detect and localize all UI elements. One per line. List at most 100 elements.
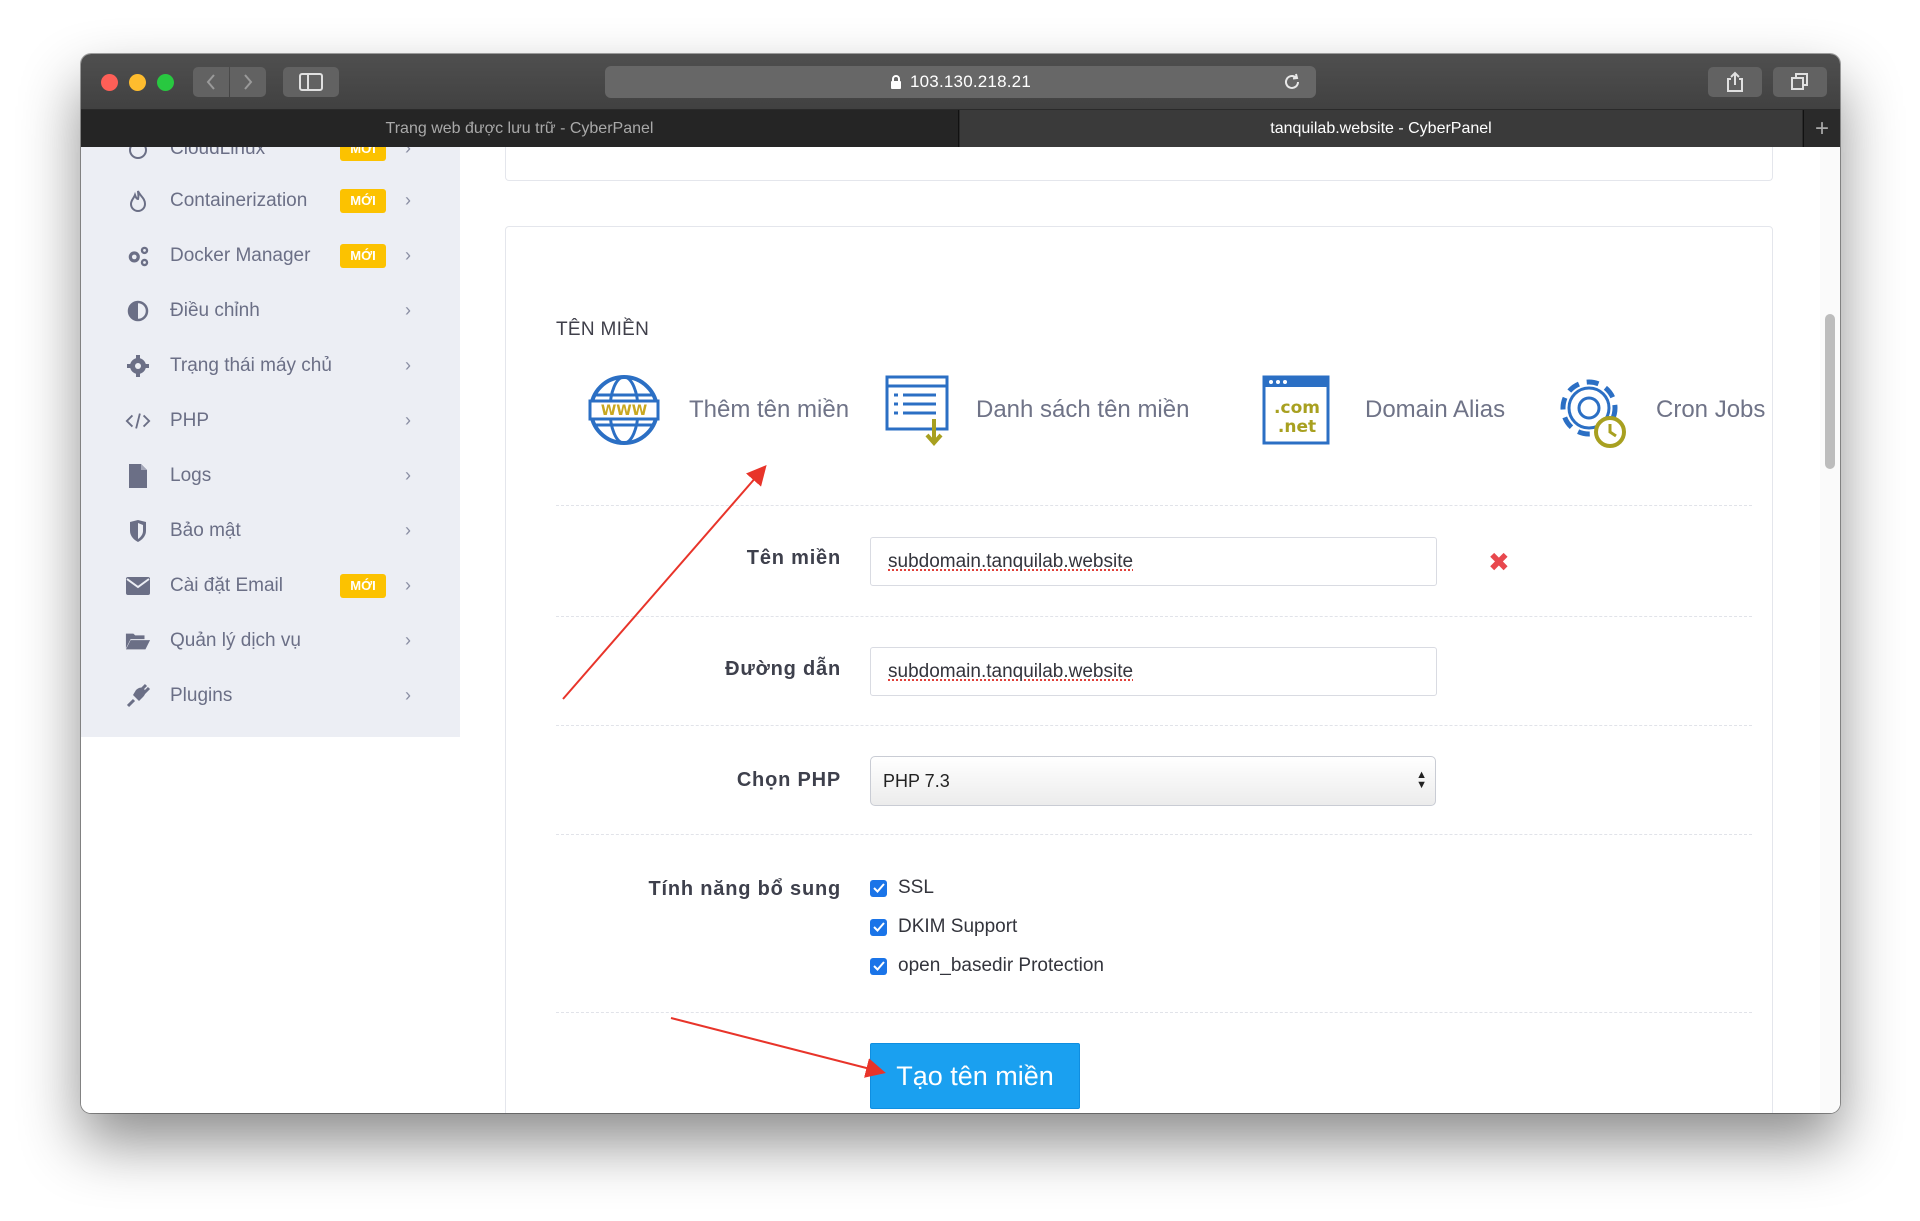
code-icon [125,408,151,434]
tab-hosted-websites[interactable]: Trang web được lưu trữ - CyberPanel [81,110,959,147]
ssl-label: SSL [898,877,934,898]
clear-domain-icon[interactable]: ✖ [1488,547,1510,578]
openbasedir-checkbox-row[interactable]: open_basedir Protection [870,954,1104,978]
envelope-icon [125,573,151,599]
php-version-select[interactable]: PHP 7.3 ▲ ▼ [870,756,1436,806]
divider [556,834,1752,835]
fire-icon [125,188,151,214]
additional-features-label: Tính năng bổ sung [648,878,841,900]
sidebar-item-security[interactable]: Bảo mật › [81,503,460,558]
checkmark-icon [872,922,885,932]
new-badge: MỚI [340,573,386,598]
ssl-checkbox[interactable] [870,879,887,897]
sidebar-item-label: Điều chỉnh [170,299,260,321]
page-content: CloudLinux MỚI › Containerization MỚI › … [81,147,1840,1113]
sidebar-item-containerization[interactable]: Containerization MỚI › [81,173,460,228]
forward-button[interactable] [230,67,266,97]
share-button[interactable] [1708,67,1762,97]
sidebar-toggle-button[interactable] [283,67,339,97]
domain-list-icon [885,375,949,447]
sidebar-item-label: Containerization [170,189,308,211]
add-domain-link[interactable]: WWW Thêm tên miền [587,365,849,455]
domain-alias-link[interactable]: .com .net Domain Alias [1261,365,1505,455]
address-bar[interactable]: 103.130.218.21 [605,66,1316,98]
sidebar-item-label: Bảo mật [170,519,241,541]
sidebar-item-label: Docker Manager [170,244,311,266]
reload-icon[interactable] [1282,72,1302,92]
domain-name-input[interactable]: subdomain.tanquilab.website [870,537,1437,586]
path-label: Đường dẫn [725,658,841,680]
tab-overview-button[interactable] [1773,67,1827,97]
sidebar-item-label: Trạng thái máy chủ [170,354,332,376]
svg-text:.com: .com [1274,398,1320,418]
chevron-right-icon: › [405,575,411,595]
divider [556,505,1752,506]
quick-link-label: Cron Jobs [1656,396,1766,423]
quick-link-label: Domain Alias [1365,396,1506,423]
scrollbar-track[interactable] [1820,147,1840,1113]
chevron-right-icon: › [405,685,411,705]
divider [556,616,1752,617]
quick-link-label: Thêm tên miền [689,396,850,423]
minimize-window-button[interactable] [129,74,146,91]
fullscreen-window-button[interactable] [157,74,174,91]
openbasedir-checkbox[interactable] [870,957,887,975]
sidebar-item-server-status[interactable]: Trạng thái máy chủ › [81,338,460,393]
plus-icon: + [1814,114,1829,142]
dkim-label: DKIM Support [898,916,1018,937]
path-input[interactable]: subdomain.tanquilab.website [870,647,1437,696]
www-globe-icon: WWW [588,375,660,445]
sidebar-item-label: Quản lý dịch vụ [170,629,301,651]
cloud-icon [125,147,151,162]
dkim-checkbox[interactable] [870,918,887,936]
cogs-icon [125,243,151,269]
share-icon [1727,71,1743,92]
chevron-right-icon: › [405,190,411,210]
back-button[interactable] [193,67,229,97]
sidebar-item-cloudlinux[interactable]: CloudLinux MỚI › [81,147,460,176]
divider [556,725,1752,726]
ssl-checkbox-row[interactable]: SSL [870,876,934,900]
chevron-right-icon: › [405,630,411,650]
file-icon [125,463,151,489]
sidebar-item-email[interactable]: Cài đặt Email MỚI › [81,558,460,613]
chevron-right-icon: › [405,410,411,430]
sidebar-item-logs[interactable]: Logs › [81,448,460,503]
url-text: 103.130.218.21 [910,72,1031,91]
new-tab-button[interactable]: + [1803,110,1840,147]
chevron-right-icon: › [405,245,411,265]
domain-name-value: subdomain.tanquilab.website [888,550,1134,572]
chevron-left-icon [206,74,215,90]
cron-gear-icon [1560,379,1626,448]
scrollbar-thumb[interactable] [1825,314,1835,469]
dkim-checkbox-row[interactable]: DKIM Support [870,915,1017,939]
tab-domain-page[interactable]: tanquilab.website - CyberPanel [960,110,1802,147]
domain-name-label: Tên miền [746,547,841,569]
sidebar-item-label: Plugins [170,684,233,706]
quick-link-label: Danh sách tên miền [976,396,1190,423]
shield-icon [125,518,151,544]
create-domain-button[interactable]: Tạo tên miền [870,1043,1080,1109]
previous-card [505,147,1773,181]
tabs-icon [1791,73,1808,90]
cron-jobs-link[interactable]: Cron Jobs [1552,365,1765,455]
new-badge: MỚI [340,147,386,161]
path-value: subdomain.tanquilab.website [888,660,1134,682]
close-window-button[interactable] [101,74,118,91]
chevron-right-icon: › [405,465,411,485]
sidebar-item-tuning[interactable]: Điều chỉnh › [81,283,460,338]
sidebar-item-service-management[interactable]: Quản lý dịch vụ › [81,613,460,668]
chevron-right-icon: › [405,520,411,540]
sidebar-item-docker-manager[interactable]: Docker Manager MỚI › [81,228,460,283]
chevron-right-icon: › [405,300,411,320]
chevron-right-icon: › [405,355,411,375]
sidebar-item-label: CloudLinux [170,147,266,159]
sidebar-item-php[interactable]: PHP › [81,393,460,448]
chevron-right-icon [244,74,253,90]
list-domains-link[interactable]: Danh sách tên miền [884,365,1189,455]
chevron-right-icon: › [405,147,411,158]
sidebar-item-plugins[interactable]: Plugins › [81,668,460,723]
checkmark-icon [872,961,885,971]
select-arrows-icon: ▲ ▼ [1416,769,1427,791]
checkmark-icon [872,883,885,893]
